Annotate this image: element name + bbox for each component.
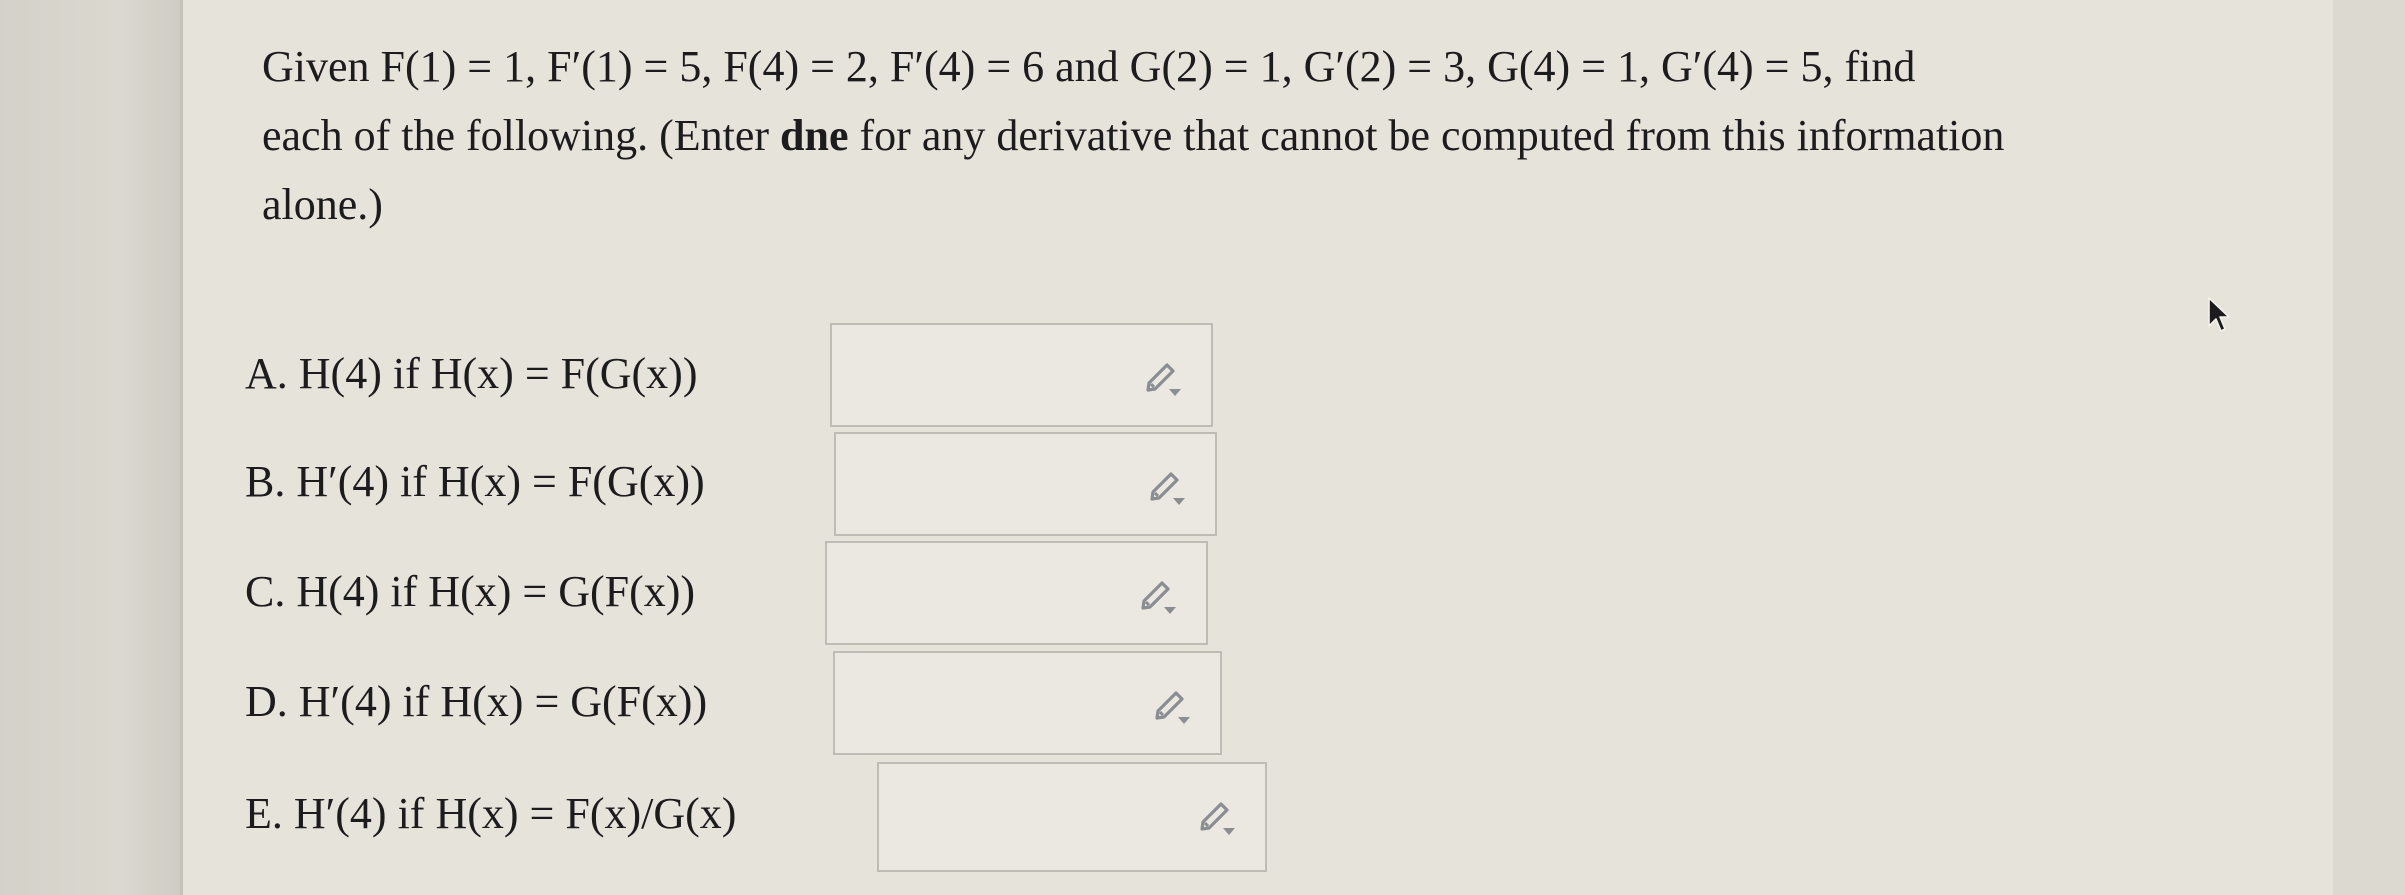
pencil-dropdown-icon[interactable] — [1134, 571, 1182, 619]
answer-box-e — [877, 762, 1267, 872]
question-d-label: D. H′(4) if H(x) = G(F(x)) — [245, 677, 708, 726]
answer-box-b — [834, 432, 1217, 536]
prompt-line-2-end: for any derivative that cannot be comput… — [848, 111, 2005, 160]
pencil-dropdown-icon[interactable] — [1139, 353, 1187, 401]
pencil-dropdown-icon[interactable] — [1143, 462, 1191, 510]
answer-box-c — [825, 541, 1208, 645]
prompt-line-2-start: each of the following. (Enter — [262, 111, 781, 160]
right-margin — [2333, 0, 2405, 895]
question-b-label: B. H′(4) if H(x) = F(G(x)) — [245, 457, 705, 506]
problem-statement: Given F(1) = 1, F′(1) = 5, F(4) = 2, F′(… — [262, 32, 2262, 239]
answer-box-a — [830, 323, 1213, 427]
question-c-label: C. H(4) if H(x) = G(F(x)) — [245, 567, 696, 616]
question-a-label: A. H(4) if H(x) = F(G(x)) — [245, 349, 698, 398]
prompt-line-3: alone.) — [262, 180, 383, 229]
question-e-label: E. H′(4) if H(x) = F(x)/G(x) — [245, 789, 737, 838]
pencil-dropdown-icon[interactable] — [1193, 792, 1241, 840]
prompt-line-1: Given F(1) = 1, F′(1) = 5, F(4) = 2, F′(… — [262, 42, 1916, 91]
mouse-cursor-icon — [2208, 297, 2230, 332]
pencil-dropdown-icon[interactable] — [1148, 681, 1196, 729]
dne-keyword: dne — [780, 111, 849, 160]
answer-box-d — [833, 651, 1222, 755]
prompt-line-2: each of the following. (Enter dne for an… — [262, 101, 2262, 170]
